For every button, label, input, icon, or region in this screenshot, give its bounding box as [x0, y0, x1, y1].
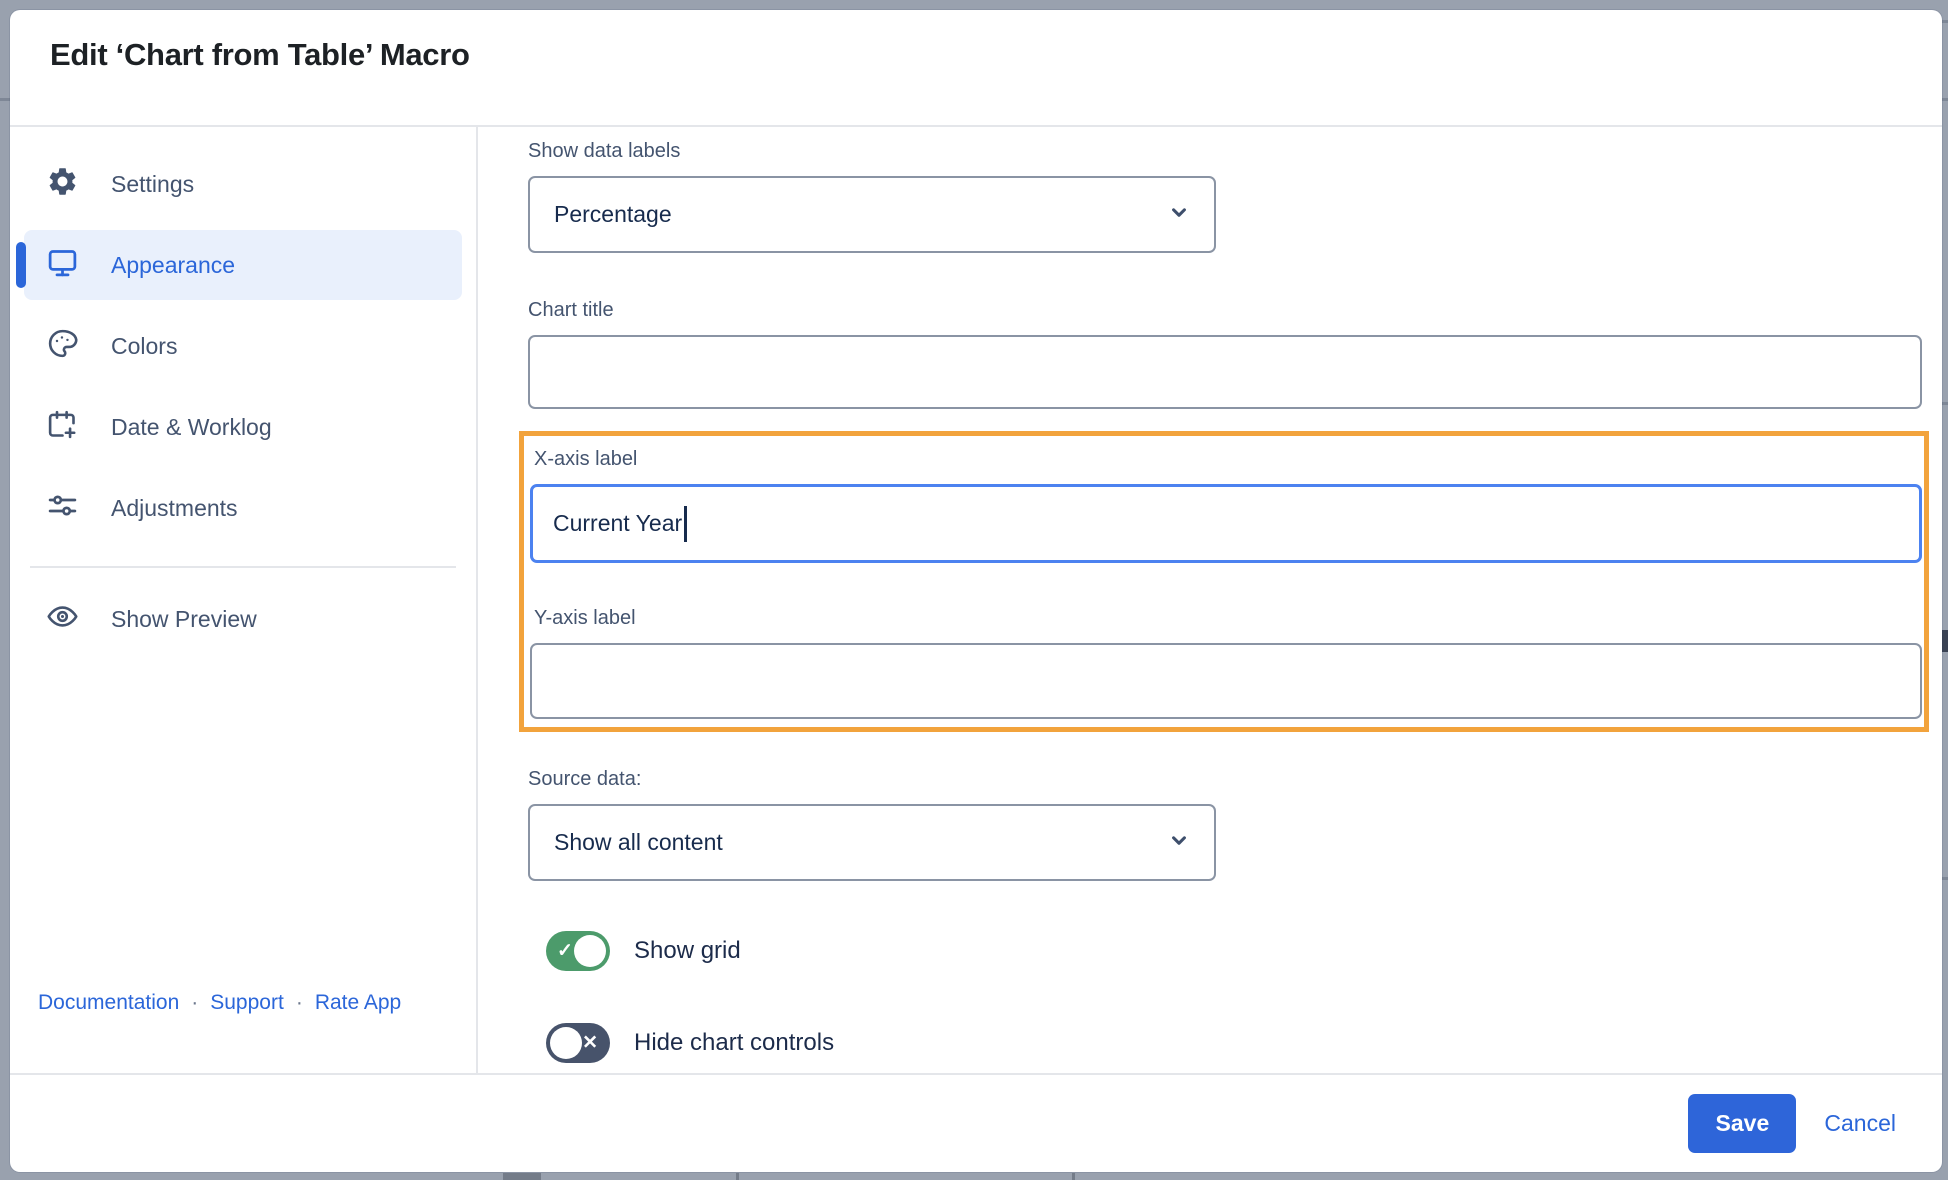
- source-data-select[interactable]: Show all content: [528, 804, 1216, 881]
- chevron-down-icon: [1166, 199, 1192, 231]
- hide-chart-controls-label: Hide chart controls: [634, 1029, 835, 1056]
- source-data-value: Show all content: [554, 829, 723, 855]
- sidebar-item-label: Colors: [111, 332, 178, 359]
- link-separator: ·: [295, 991, 303, 1014]
- chart-title-label: Chart title: [528, 299, 614, 321]
- link-separator: ·: [191, 991, 199, 1014]
- x-axis-value: Current Year: [553, 510, 683, 536]
- hide-chart-controls-row: ✕ Hide chart controls: [546, 1023, 1942, 1063]
- show-grid-label: Show grid: [634, 937, 741, 964]
- check-icon: ✓: [557, 940, 573, 962]
- cross-icon: ✕: [582, 1032, 598, 1054]
- chevron-down-icon: [1166, 827, 1192, 859]
- monitor-icon: [46, 246, 79, 285]
- backdrop-artifact: [736, 1173, 739, 1180]
- sidebar-item-settings[interactable]: Settings: [24, 149, 462, 219]
- sidebar-item-label: Settings: [111, 170, 195, 197]
- sidebar: Settings Appearance Colors Date & Worklo…: [10, 127, 478, 1073]
- sidebar-item-colors[interactable]: Colors: [24, 311, 462, 381]
- sidebar-item-label: Appearance: [111, 251, 236, 278]
- sidebar-item-appearance[interactable]: Appearance: [16, 230, 462, 300]
- x-axis-input[interactable]: Current Year: [530, 484, 1922, 563]
- support-link[interactable]: Support: [210, 991, 284, 1015]
- edit-macro-dialog: Edit ‘Chart from Table’ Macro Settings A…: [10, 10, 1942, 1172]
- toggle-knob: [574, 935, 606, 967]
- backdrop-artifact: [0, 98, 10, 101]
- backdrop-artifact: [1941, 630, 1948, 652]
- show-data-labels-value: Percentage: [554, 201, 672, 227]
- save-button[interactable]: Save: [1688, 1094, 1797, 1153]
- documentation-link[interactable]: Documentation: [38, 991, 179, 1015]
- rate-app-link[interactable]: Rate App: [315, 991, 401, 1015]
- backdrop-artifact: [1942, 877, 1948, 880]
- eye-icon: [46, 600, 79, 639]
- hide-chart-controls-toggle[interactable]: ✕: [546, 1023, 610, 1063]
- sidebar-footer-links: Documentation · Support · Rate App: [24, 991, 462, 1073]
- show-grid-row: ✓ Show grid: [546, 931, 1942, 971]
- y-axis-label: Y-axis label: [534, 607, 636, 629]
- backdrop-artifact: [1942, 20, 1948, 23]
- gear-icon: [46, 165, 79, 204]
- backdrop-artifact: [1942, 98, 1948, 101]
- x-axis-label: X-axis label: [534, 448, 638, 470]
- show-data-labels-select[interactable]: Percentage: [528, 176, 1216, 253]
- backdrop-artifact: [503, 1173, 541, 1180]
- axis-labels-highlight-group: X-axis label Current Year Y-axis label: [519, 431, 1929, 732]
- appearance-panel: Show data labels Percentage Chart title …: [478, 127, 1942, 1073]
- y-axis-input[interactable]: [530, 643, 1922, 719]
- palette-icon: [46, 327, 79, 366]
- sidebar-item-date-worklog[interactable]: Date & Worklog: [24, 392, 462, 462]
- dialog-footer: Save Cancel: [10, 1073, 1942, 1172]
- dialog-title: Edit ‘Chart from Table’ Macro: [50, 37, 470, 72]
- screen: Edit ‘Chart from Table’ Macro Settings A…: [0, 0, 1948, 1180]
- backdrop-artifact: [1942, 402, 1948, 405]
- sidebar-item-label: Date & Worklog: [111, 413, 272, 440]
- show-grid-toggle[interactable]: ✓: [546, 931, 610, 971]
- text-cursor: [684, 505, 688, 542]
- source-data-label: Source data:: [528, 768, 642, 790]
- sidebar-divider: [30, 566, 456, 568]
- sidebar-item-adjustments[interactable]: Adjustments: [24, 473, 462, 543]
- toggle-knob: [550, 1027, 582, 1059]
- show-data-labels-label: Show data labels: [528, 140, 681, 162]
- chart-title-input[interactable]: [528, 335, 1922, 409]
- backdrop-artifact: [1072, 1173, 1075, 1180]
- sidebar-item-label: Adjustments: [111, 494, 238, 521]
- sliders-icon: [46, 489, 79, 528]
- dialog-header: Edit ‘Chart from Table’ Macro: [10, 10, 1942, 127]
- sidebar-item-show-preview[interactable]: Show Preview: [24, 584, 462, 654]
- cancel-button[interactable]: Cancel: [1824, 1110, 1896, 1137]
- sidebar-item-label: Show Preview: [111, 605, 257, 632]
- calendar-plus-icon: [46, 408, 79, 447]
